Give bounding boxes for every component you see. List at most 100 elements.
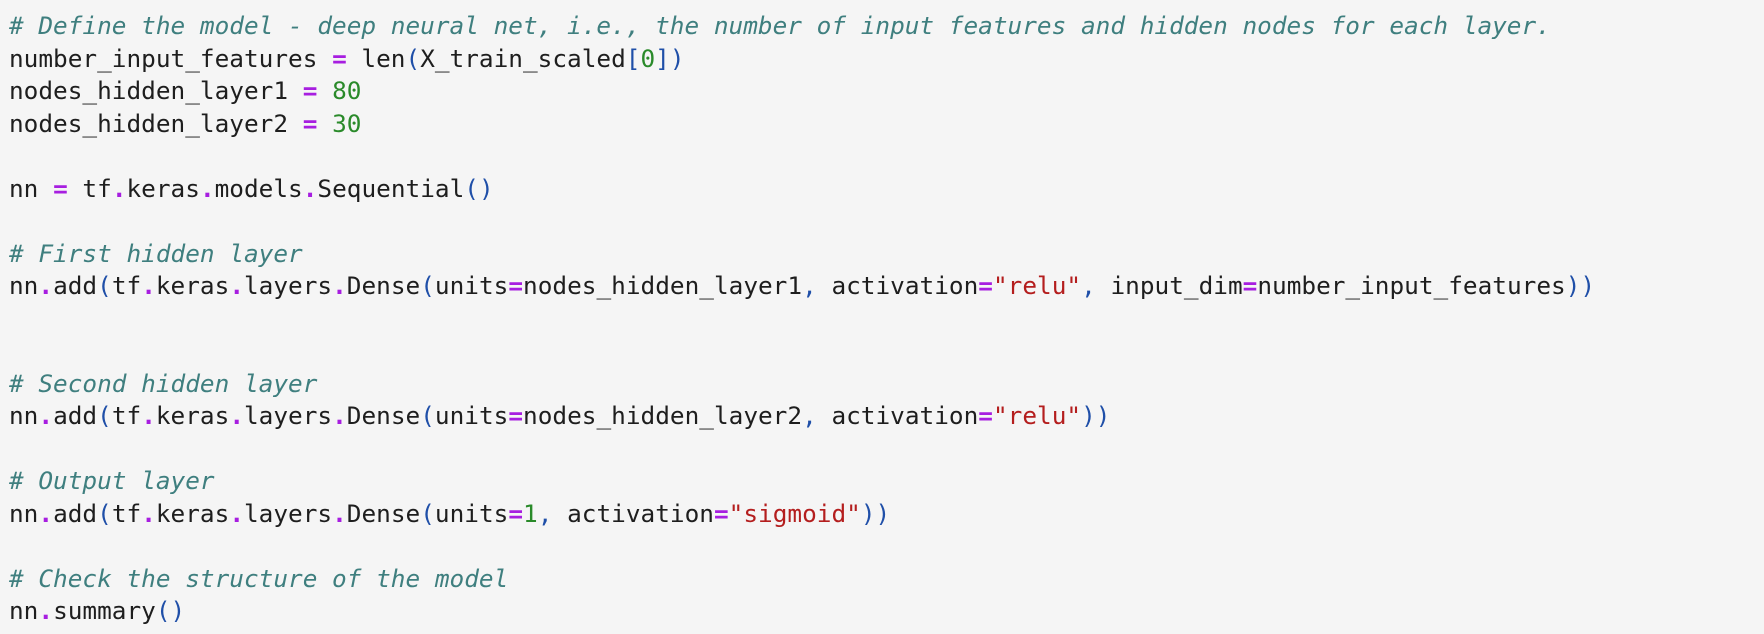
code-string: "relu" [992, 401, 1082, 430]
code-identifier: units [434, 498, 509, 528]
code-operator: = [53, 173, 68, 203]
code-identifier: number_input_features [9, 43, 333, 73]
code-line: nn = tf.keras.models.Sequential() [9, 173, 1764, 206]
code-line: ​ [9, 303, 1764, 336]
code-identifier: add [53, 271, 98, 300]
code-identifier: input_dim [1110, 271, 1243, 300]
code-line: ​ [9, 335, 1764, 368]
code-identifier: X_train_scaled [420, 43, 626, 73]
code-number: 30 [332, 108, 362, 138]
code-number: 1 [523, 498, 538, 528]
code-line: # First hidden layer [9, 238, 1764, 271]
code-punctuation: ( [405, 43, 421, 73]
code-operator: = [302, 76, 318, 105]
code-identifier: activation [831, 401, 979, 430]
code-line: ​ [9, 433, 1764, 466]
code-identifier: keras [155, 498, 230, 528]
code-line: number_input_features = len(X_train_scal… [9, 43, 1764, 76]
code-identifier: Dense [346, 498, 421, 528]
code-identifier [317, 109, 332, 138]
code-number: 80 [332, 76, 362, 105]
code-number: 0 [640, 43, 656, 73]
code-operator: . [38, 271, 54, 300]
code-identifier: keras [155, 271, 230, 300]
code-identifier: nodes_hidden_layer1 [523, 271, 803, 300]
code-line: # Output layer [9, 465, 1764, 498]
code-operator: . [141, 498, 156, 528]
code-operator: = [978, 401, 993, 430]
code-identifier: activation [567, 498, 714, 528]
code-punctuation: , [1081, 271, 1111, 300]
code-identifier: keras [155, 401, 230, 430]
code-operator: . [111, 173, 127, 203]
code-identifier: add [53, 498, 98, 528]
code-line: nn.add(tf.keras.layers.Dense(units=1, ac… [9, 498, 1764, 531]
code-identifier: nn [9, 271, 39, 300]
code-string: "sigmoid" [728, 498, 861, 528]
code-line: nodes_hidden_layer2 = 30 [9, 108, 1764, 141]
code-punctuation: )) [860, 498, 891, 528]
code-punctuation: , [802, 401, 832, 430]
code-punctuation: ( [420, 498, 435, 528]
code-string: "relu" [992, 271, 1082, 300]
code-identifier: Dense [346, 271, 421, 300]
code-comment: # Check the structure of the model [9, 563, 509, 593]
code-identifier: summary [53, 596, 156, 625]
code-comment: # Output layer [9, 466, 215, 495]
code-identifier: Dense [346, 401, 421, 430]
code-identifier: tf [111, 498, 142, 528]
code-identifier: layers [244, 271, 333, 300]
code-operator: . [332, 498, 347, 528]
code-identifier: keras [126, 173, 200, 203]
code-identifier: tf [111, 271, 142, 300]
code-editor[interactable]: # Define the model - deep neural net, i.… [9, 10, 1764, 628]
code-punctuation: ( [97, 401, 112, 430]
code-identifier: layers [244, 498, 333, 528]
code-cell[interactable]: # Define the model - deep neural net, i.… [0, 0, 1764, 634]
code-punctuation: ]) [655, 43, 685, 73]
code-operator: . [141, 401, 156, 430]
code-punctuation: ( [420, 401, 435, 430]
code-operator: = [1242, 271, 1258, 300]
code-line: ​ [9, 530, 1764, 563]
code-identifier: units [434, 271, 509, 300]
code-identifier: nn [9, 173, 54, 203]
code-identifier: nodes_hidden_layer1 [9, 76, 303, 105]
code-comment: # Second hidden layer [9, 368, 318, 398]
code-line: nn.summary() [9, 595, 1764, 628]
code-identifier: models [214, 173, 303, 203]
code-operator: . [229, 271, 244, 300]
code-punctuation: )) [1081, 401, 1111, 430]
code-line: nn.add(tf.keras.layers.Dense(units=nodes… [9, 400, 1764, 433]
code-operator: . [332, 401, 347, 430]
code-identifier: Sequential [317, 173, 465, 203]
code-identifier: nn [9, 401, 39, 430]
code-line: nn.add(tf.keras.layers.Dense(units=nodes… [9, 270, 1764, 303]
code-punctuation: () [464, 173, 494, 203]
code-line: # Define the model - deep neural net, i.… [9, 10, 1764, 43]
code-operator: . [38, 596, 54, 625]
code-identifier: nn [9, 596, 39, 625]
code-operator: = [508, 401, 524, 430]
code-operator: . [229, 401, 244, 430]
code-line: # Check the structure of the model [9, 563, 1764, 596]
code-identifier: nn [9, 498, 39, 528]
code-line: ​ [9, 140, 1764, 173]
code-operator: . [38, 498, 54, 528]
code-identifier: number_input_features [1257, 271, 1566, 300]
code-operator: = [508, 271, 524, 300]
code-operator: = [508, 498, 524, 528]
code-line: ​ [9, 205, 1764, 238]
code-operator: = [713, 498, 729, 528]
code-operator: . [199, 173, 215, 203]
code-punctuation: ( [420, 271, 435, 300]
code-punctuation: , [537, 498, 568, 528]
code-punctuation: ( [97, 498, 112, 528]
code-operator: = [332, 43, 347, 73]
code-comment: # Define the model - deep neural net, i.… [9, 11, 1551, 40]
code-operator: . [229, 498, 244, 528]
code-identifier [317, 76, 332, 105]
code-operator: . [38, 401, 54, 430]
code-operator: . [141, 271, 156, 300]
code-line: nodes_hidden_layer1 = 80 [9, 75, 1764, 108]
